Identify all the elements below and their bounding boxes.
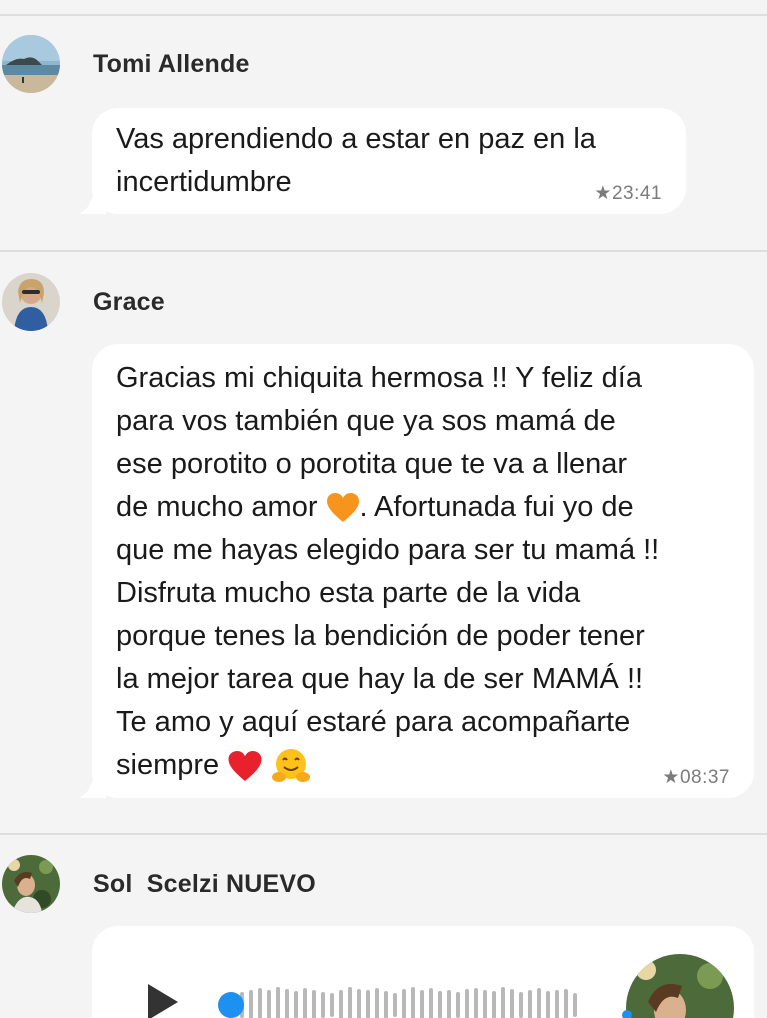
waveform-bar bbox=[375, 988, 379, 1018]
waveform-bar bbox=[519, 992, 523, 1018]
woman-flowers-photo-icon bbox=[2, 855, 60, 913]
waveform-bar bbox=[411, 987, 415, 1018]
message-text: Vas aprendiendo a estar en paz en la inc… bbox=[116, 123, 596, 198]
waveform-bar bbox=[384, 991, 388, 1018]
message-line: porque tenes la bendición de poder tener bbox=[116, 620, 645, 652]
message-line-part: siempre bbox=[116, 749, 228, 781]
waveform-bar bbox=[348, 987, 352, 1018]
divider bbox=[0, 833, 767, 835]
message-line: de mucho amor . Afortunada fui yo de bbox=[116, 486, 659, 529]
waveform-bar bbox=[258, 988, 262, 1018]
waveform-bar bbox=[465, 989, 469, 1018]
message-line: Disfruta mucho esta parte de la vida bbox=[116, 577, 581, 609]
waveform-bar bbox=[330, 993, 334, 1017]
time-label: 08:37 bbox=[679, 767, 730, 788]
hugging-face-icon bbox=[272, 749, 311, 783]
message-line: la mejor tarea que hay la de ser MAMÁ !! bbox=[116, 663, 644, 695]
sender-name: Grace bbox=[93, 288, 165, 316]
unplayed-indicator bbox=[622, 1010, 632, 1018]
message-line: Te amo y aquí estaré para acompañarte bbox=[116, 706, 631, 738]
divider bbox=[0, 14, 767, 16]
waveform-bar bbox=[501, 987, 505, 1018]
voice-note-avatar bbox=[626, 954, 734, 1018]
avatar[interactable] bbox=[2, 273, 60, 331]
waveform-bar bbox=[510, 989, 514, 1018]
divider bbox=[0, 250, 767, 252]
waveform-bar bbox=[294, 991, 298, 1018]
message-line: Gracias mi chiquita hermosa !! Y feliz d… bbox=[116, 362, 642, 394]
waveform-bar bbox=[447, 990, 451, 1018]
voice-note-bubble[interactable] bbox=[92, 926, 754, 1018]
waveform-bar bbox=[573, 993, 577, 1017]
waveform-bar bbox=[420, 990, 424, 1018]
waveform-bar bbox=[528, 990, 532, 1018]
red-heart-icon bbox=[228, 750, 262, 781]
chat-view: Tomi Allende Vas aprendiendo a estar en … bbox=[0, 0, 767, 1018]
message-line: que me hayas elegido para ser tu mamá !! bbox=[116, 534, 660, 566]
waveform-bar bbox=[267, 990, 271, 1018]
waveform-bar bbox=[321, 992, 325, 1018]
waveform-bar bbox=[312, 990, 316, 1018]
sender-row: Sol Scelzi NUEVO bbox=[0, 850, 767, 920]
waveform-bar bbox=[492, 991, 496, 1018]
message-line: siempre bbox=[116, 744, 659, 787]
waveform-bar bbox=[393, 993, 397, 1017]
message-line: para vos también que ya sos mamá de bbox=[116, 405, 616, 437]
avatar[interactable] bbox=[2, 35, 60, 93]
waveform-bar bbox=[546, 991, 550, 1018]
bubble-tail bbox=[78, 192, 106, 214]
message-bubble[interactable]: Gracias mi chiquita hermosa !! Y feliz d… bbox=[78, 344, 754, 798]
beach-island-photo-icon bbox=[2, 35, 60, 93]
orange-heart-icon bbox=[326, 493, 359, 523]
message-line: ese porotito o porotita que te va a llen… bbox=[116, 448, 628, 480]
waveform-bar bbox=[474, 988, 478, 1018]
waveform-bar bbox=[366, 990, 370, 1018]
sender-name: Tomi Allende bbox=[93, 50, 250, 78]
waveform-bar bbox=[402, 989, 406, 1018]
woman-portrait-photo-icon bbox=[2, 273, 60, 331]
message-text: Gracias mi chiquita hermosa !! Y feliz d… bbox=[116, 357, 659, 787]
waveform-bar bbox=[456, 992, 460, 1018]
avatar[interactable] bbox=[2, 855, 60, 913]
waveform-bar bbox=[276, 987, 280, 1018]
message-bubble[interactable]: Vas aprendiendo a estar en paz en la inc… bbox=[78, 108, 686, 214]
message-line-part: de mucho amor bbox=[116, 491, 326, 523]
waveform-bar bbox=[339, 990, 343, 1018]
waveform-bar bbox=[249, 990, 253, 1018]
waveform-bar bbox=[564, 989, 568, 1018]
star-icon: ★ bbox=[594, 183, 612, 204]
time-label: 23:41 bbox=[611, 183, 662, 204]
message-line-part: . Afortunada fui yo de bbox=[359, 491, 634, 523]
waveform-bar bbox=[537, 988, 541, 1018]
playback-scrubber[interactable] bbox=[218, 992, 244, 1018]
sender-row: Grace bbox=[0, 268, 767, 338]
waveform-bar bbox=[483, 990, 487, 1018]
message-time: ★23:41 bbox=[594, 182, 662, 205]
sender-name: Sol Scelzi NUEVO bbox=[93, 870, 316, 898]
play-icon[interactable] bbox=[148, 984, 178, 1018]
waveform-bar bbox=[357, 989, 361, 1018]
waveform-bar bbox=[429, 988, 433, 1018]
star-icon: ★ bbox=[662, 767, 680, 788]
waveform-bar bbox=[555, 990, 559, 1018]
woman-flowers-photo-icon bbox=[626, 954, 734, 1018]
waveform-bar bbox=[285, 989, 289, 1018]
waveform-bar bbox=[303, 988, 307, 1018]
waveform-bar bbox=[438, 991, 442, 1018]
bubble-tail bbox=[78, 776, 106, 798]
sender-row: Tomi Allende bbox=[0, 30, 767, 100]
message-time: ★08:37 bbox=[662, 766, 730, 789]
